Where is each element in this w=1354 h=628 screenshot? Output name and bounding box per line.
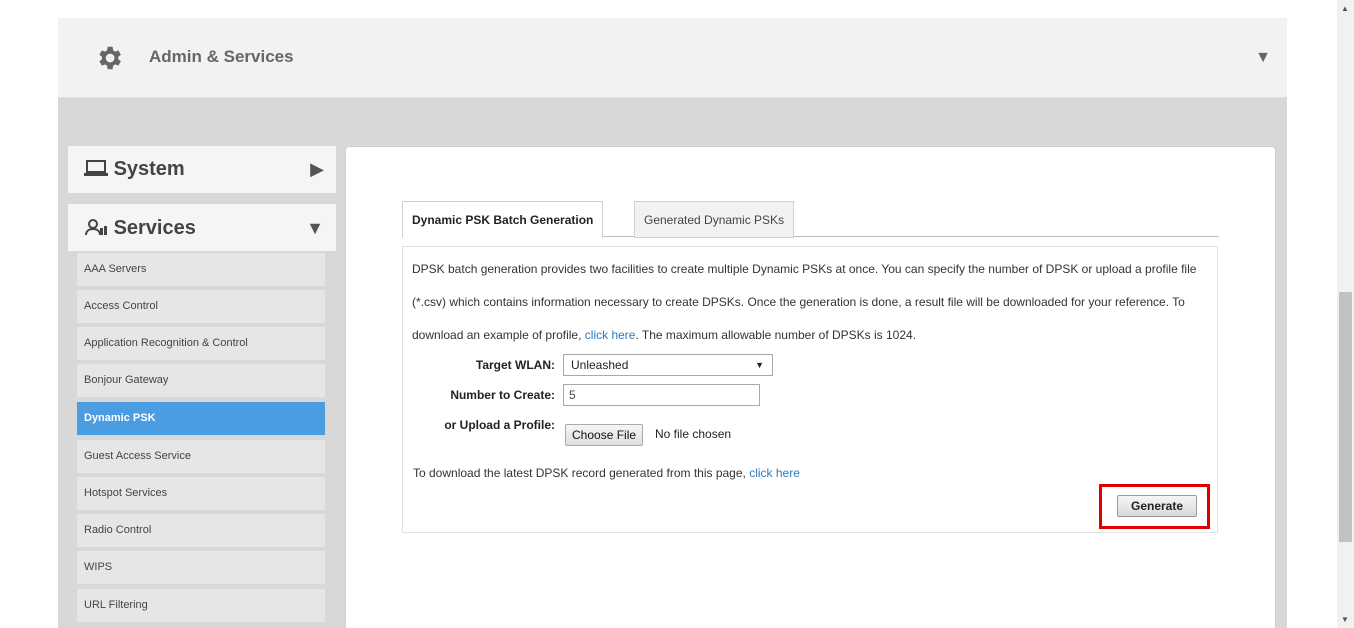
sidebar-item-aaa-servers[interactable]: AAA Servers bbox=[77, 253, 325, 286]
page-viewport: Admin & Services ▼ System ▶ Services ▼ A… bbox=[0, 0, 1337, 628]
triangle-right-icon[interactable]: ▶ bbox=[310, 159, 324, 180]
system-label-wrap: System bbox=[84, 158, 185, 181]
number-to-create-input[interactable]: 5 bbox=[563, 384, 760, 406]
sidebar-item-dynamic-psk[interactable]: Dynamic PSK bbox=[77, 402, 325, 435]
scroll-up-arrow-icon[interactable]: ▲ bbox=[1341, 4, 1349, 13]
sidebar-services[interactable]: Services ▼ bbox=[68, 204, 336, 251]
scroll-down-arrow-icon[interactable]: ▼ bbox=[1341, 615, 1349, 624]
upload-profile-label: or Upload a Profile: bbox=[444, 418, 555, 432]
section-header[interactable]: Admin & Services ▼ bbox=[58, 18, 1287, 98]
download-record-text: To download the latest DPSK record gener… bbox=[413, 466, 800, 480]
users-icon bbox=[85, 219, 107, 236]
services-label-wrap: Services bbox=[84, 217, 196, 240]
number-to-create-label: Number to Create: bbox=[450, 388, 555, 402]
target-wlan-select[interactable]: Unleashed ▼ bbox=[563, 354, 773, 376]
vertical-scrollbar[interactable]: ▲ ▼ bbox=[1337, 0, 1354, 628]
sidebar-system[interactable]: System ▶ bbox=[68, 146, 336, 193]
target-wlan-label: Target WLAN: bbox=[475, 358, 555, 372]
gear-icon bbox=[99, 46, 121, 70]
description-text: DPSK batch generation provides two facil… bbox=[412, 253, 1218, 352]
description-part2: . The maximum allowable number of DPSKs … bbox=[635, 328, 917, 342]
dropdown-arrow-icon: ▼ bbox=[755, 360, 764, 370]
example-profile-link[interactable]: click here bbox=[585, 328, 636, 342]
sidebar-item-app-recognition[interactable]: Application Recognition & Control bbox=[77, 327, 325, 360]
sidebar-item-radio-control[interactable]: Radio Control bbox=[77, 514, 325, 547]
laptop-icon bbox=[84, 160, 108, 176]
download-record-link[interactable]: click here bbox=[749, 466, 800, 480]
tab-generated-psks[interactable]: Generated Dynamic PSKs bbox=[634, 201, 795, 238]
triangle-down-icon[interactable]: ▼ bbox=[1255, 49, 1271, 67]
tab-bar: Dynamic PSK Batch Generation Generated D… bbox=[402, 201, 1219, 238]
scrollbar-thumb[interactable] bbox=[1339, 292, 1352, 542]
sidebar-services-label: Services bbox=[113, 217, 196, 239]
sidebar-item-hotspot-services[interactable]: Hotspot Services bbox=[77, 477, 325, 510]
sidebar-item-wips[interactable]: WIPS bbox=[77, 551, 325, 584]
target-wlan-value: Unleashed bbox=[571, 358, 629, 372]
file-status-text: No file chosen bbox=[655, 427, 732, 441]
section-title: Admin & Services bbox=[149, 47, 294, 66]
tab-batch-generation[interactable]: Dynamic PSK Batch Generation bbox=[402, 201, 604, 238]
triangle-down-icon[interactable]: ▼ bbox=[306, 218, 324, 239]
download-record-label: To download the latest DPSK record gener… bbox=[413, 466, 750, 480]
sidebar-system-label: System bbox=[113, 158, 185, 180]
generate-button[interactable]: Generate bbox=[1117, 495, 1197, 517]
choose-file-button[interactable]: Choose File bbox=[565, 424, 644, 446]
sidebar-item-access-control[interactable]: Access Control bbox=[77, 290, 325, 323]
sidebar-item-url-filtering[interactable]: URL Filtering bbox=[77, 589, 325, 622]
sidebar-item-bonjour-gateway[interactable]: Bonjour Gateway bbox=[77, 364, 325, 397]
sidebar-item-guest-access[interactable]: Guest Access Service bbox=[77, 440, 325, 473]
